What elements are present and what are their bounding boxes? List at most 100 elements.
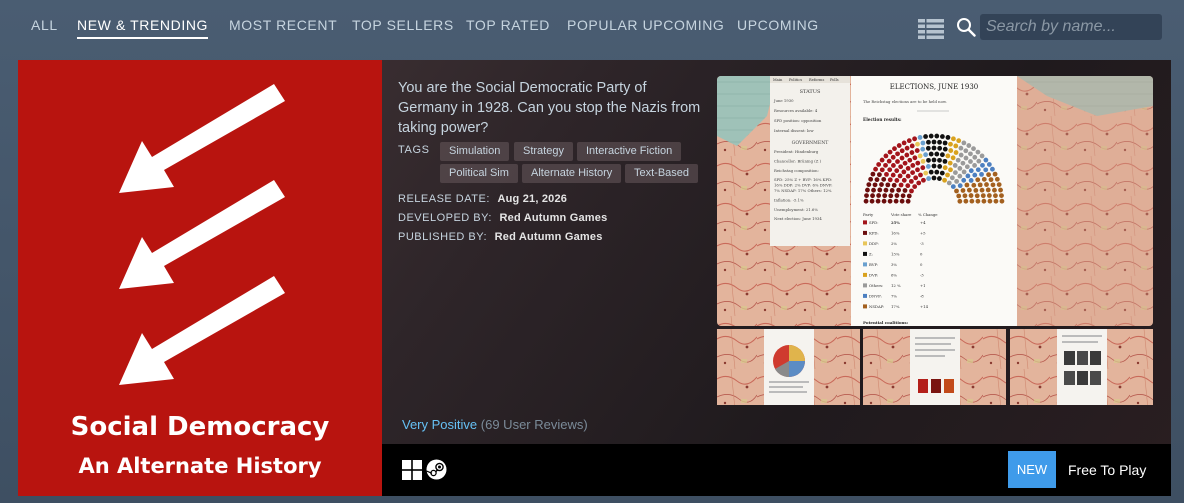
parliament-seat — [994, 176, 1000, 182]
parliament-seat — [926, 157, 931, 163]
party-table-cell: NSDAP: — [869, 304, 884, 309]
search-icon[interactable] — [956, 17, 976, 37]
party-table-cell: 3% — [891, 262, 897, 267]
parliament-seat — [905, 173, 911, 179]
parliament-seat — [954, 188, 959, 194]
tag-political-sim[interactable]: Political Sim — [440, 164, 518, 183]
parliament-seat — [894, 193, 900, 198]
parliament-seat — [928, 151, 934, 157]
screenshot-gov-heading: GOVERNMENT — [792, 140, 830, 146]
review-rating: Very Positive — [402, 417, 478, 432]
parliament-seat — [910, 163, 916, 168]
parliament-seat — [899, 198, 905, 204]
list-view-icon[interactable] — [918, 19, 944, 39]
parliament-seat — [942, 140, 948, 146]
parliament-seat — [891, 163, 896, 168]
parliament-seat — [873, 166, 878, 172]
parliament-seat — [931, 175, 937, 181]
parliament-seat — [951, 136, 956, 142]
parliament-seat — [871, 187, 876, 193]
featured-game-card[interactable]: Social Democracy An Alternate History Yo… — [18, 60, 1171, 496]
parliament-seat — [931, 157, 937, 163]
screenshot-gov-line: SPD: 25% Z + BVP: 16% KPD: — [774, 177, 832, 182]
thumbnail-2[interactable] — [863, 329, 1006, 405]
parliament-seat — [887, 167, 893, 173]
tab-all[interactable]: ALL — [31, 17, 58, 39]
parliament-seat — [928, 169, 934, 175]
screenshot-tab-polls: Polls — [830, 78, 839, 82]
parliament-seat — [942, 158, 948, 164]
parliament-seat — [999, 193, 1004, 198]
tag-simulation[interactable]: Simulation — [440, 142, 510, 161]
parliament-seat — [977, 182, 983, 188]
tag-text-based[interactable]: Text-Based — [625, 164, 699, 183]
parliament-seat — [968, 193, 974, 198]
parliament-seat — [875, 198, 881, 204]
parliament-seat — [918, 172, 923, 178]
party-color-swatch — [863, 241, 867, 246]
parliament-seat — [897, 173, 903, 179]
parliament-seat — [963, 148, 969, 154]
parliament-seat — [981, 198, 987, 204]
parliament-seat — [931, 145, 937, 151]
parliament-seat — [896, 187, 902, 193]
screenshot-results-heading: Election results: — [863, 117, 902, 122]
parliament-seat — [921, 177, 926, 183]
parliament-seat — [975, 149, 981, 155]
screenshot-gov-line: Unemployment: 21.6% — [774, 207, 818, 212]
parliament-seat — [980, 193, 986, 199]
parliament-seat — [953, 150, 959, 155]
parliament-seat — [920, 165, 926, 171]
parliament-seat — [950, 184, 956, 189]
parliament-seat — [879, 167, 885, 173]
parliament-seat — [881, 198, 887, 204]
tag-interactive-fiction[interactable]: Interactive Fiction — [577, 142, 682, 161]
screenshot-election-title: ELECTIONS, JUNE 1930 — [890, 83, 979, 91]
party-color-swatch — [863, 262, 867, 267]
parliament-seat — [942, 177, 947, 183]
screenshot-status-heading: STATUS — [800, 89, 821, 95]
parliament-seat — [961, 140, 967, 146]
game-capsule-image[interactable]: Social Democracy An Alternate History — [18, 60, 382, 496]
parliament-seat — [901, 140, 907, 146]
parliament-seat — [864, 193, 869, 198]
party-table-cell: 6% — [891, 273, 897, 278]
parliament-seat — [968, 151, 973, 157]
party-table-cell: SPD: — [869, 220, 878, 225]
tab-most-recent[interactable]: MOST RECENT — [229, 17, 337, 39]
tag-alternate-history[interactable]: Alternate History — [522, 164, 622, 183]
screenshot-table-header: % Change — [918, 212, 938, 217]
tab-top-sellers[interactable]: TOP SELLERS — [352, 17, 454, 39]
parliament-seat — [937, 157, 942, 163]
price-label: Free To Play — [1068, 462, 1147, 478]
parliament-seat — [904, 152, 910, 158]
party-table-cell: Others: — [869, 283, 883, 288]
party-table-cell: Z: — [869, 252, 873, 257]
tab-top-rated[interactable]: TOP RATED — [466, 17, 550, 39]
search-input[interactable] — [980, 14, 1162, 40]
parliament-seat — [965, 173, 971, 179]
parliament-seat — [893, 198, 899, 204]
publisher-row: PUBLISHED BY: Red Autumn Games — [398, 231, 603, 243]
parliament-seat — [952, 163, 958, 168]
parliament-seat — [868, 176, 874, 182]
parliament-seat — [981, 176, 987, 182]
parliament-seat — [973, 188, 979, 193]
tab-popular-upcoming[interactable]: POPULAR UPCOMING — [567, 17, 724, 39]
main-screenshot[interactable]: Main Politics Reforms Polls STATUS June … — [717, 76, 1153, 326]
parliament-seat — [899, 148, 905, 154]
parliament-seat — [961, 177, 967, 183]
tag-strategy[interactable]: Strategy — [514, 142, 573, 161]
parliament-seat — [996, 182, 1002, 187]
thumbnail-3[interactable] — [1010, 329, 1153, 405]
tab-upcoming[interactable]: UPCOMING — [737, 17, 819, 39]
thumbnail-1[interactable] — [717, 329, 860, 405]
review-summary[interactable]: Very Positive (69 User Reviews) — [402, 417, 588, 432]
parliament-seat — [956, 138, 962, 144]
tab-new-trending[interactable]: NEW & TRENDING — [77, 17, 209, 39]
parliament-seat — [960, 188, 966, 193]
capsule-title: Social Democracy — [70, 412, 330, 442]
party-table-cell: 2% — [891, 241, 897, 246]
card-footer: NEW Free To Play — [382, 444, 1171, 496]
party-color-swatch — [863, 220, 867, 225]
